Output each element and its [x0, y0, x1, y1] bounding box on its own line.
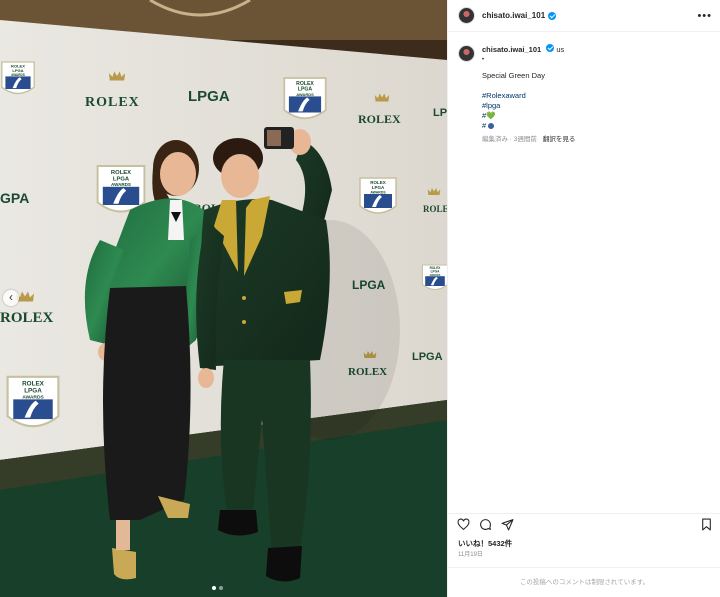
svg-text:LPGA: LPGA: [188, 88, 230, 105]
hashtag-list: #Rolexaward #lpga #💚 #: [482, 91, 575, 131]
verified-badge-icon: [546, 44, 555, 52]
like-count[interactable]: いいね！5432件: [458, 538, 512, 549]
comment-button[interactable]: [479, 518, 492, 531]
like-button[interactable]: [457, 517, 470, 531]
avatar[interactable]: [458, 7, 475, 24]
bookmark-icon: [702, 518, 711, 530]
share-button[interactable]: [501, 518, 514, 531]
svg-text:ROLEX: ROLEX: [358, 112, 401, 126]
save-button[interactable]: [700, 518, 713, 531]
caption-meta: 編集済み · 3週間前 翻訳を見る: [482, 135, 575, 145]
hashtag-link[interactable]: #: [482, 121, 575, 131]
svg-text:LP: LP: [433, 107, 447, 119]
caption-dot: •: [482, 57, 485, 63]
caption-text: Special Green Day: [482, 71, 545, 80]
hashtag-link-text: #: [482, 121, 487, 130]
hashtag-link[interactable]: #Rolexaward: [482, 91, 575, 101]
green-heart-emoji: 💚: [486, 111, 496, 120]
post-date: 11月19日: [458, 552, 483, 558]
hashtag-link[interactable]: #lpga: [482, 101, 575, 111]
hashtag-link[interactable]: #💚: [482, 111, 575, 121]
carousel-dot: [219, 586, 223, 590]
more-options-icon[interactable]: •••: [697, 10, 712, 22]
verified-badge-icon: [548, 11, 557, 20]
post-caption: chisato.iwai_101 us • Special Green Day …: [448, 32, 720, 145]
carousel-prev-button[interactable]: ‹: [3, 290, 19, 306]
caption-location-suffix: us: [556, 45, 565, 54]
svg-text:LPGA: LPGA: [412, 351, 443, 363]
golf-emoji-icon: [488, 123, 495, 130]
comments-restricted-notice: この投稿へのコメントは制限されています。: [448, 567, 720, 597]
post-side-panel: chisato.iwai_101 ••• chisato.iwai_101 us…: [447, 0, 720, 597]
post-photo[interactable]: ROLEX LPGA AWARDS ROLEX LPGA ROLEX LP: [0, 0, 447, 597]
share-icon: [501, 518, 514, 530]
svg-text:ROLEX: ROLEX: [85, 95, 140, 110]
svg-text:ROLEX: ROLEX: [423, 204, 447, 214]
carousel-indicator: [212, 586, 223, 590]
header-username[interactable]: chisato.iwai_101: [482, 11, 545, 20]
comment-icon: [480, 518, 491, 530]
translate-link[interactable]: 翻訳を見る: [543, 136, 576, 143]
post-image: ROLEX LPGA AWARDS ROLEX LPGA ROLEX LP: [0, 0, 447, 597]
edited-timestamp: 編集済み · 3週間前: [482, 136, 537, 143]
post-header: chisato.iwai_101 •••: [448, 0, 720, 32]
heart-icon: [457, 517, 470, 530]
svg-text:ROLEX: ROLEX: [0, 310, 54, 326]
carousel-dot: [212, 586, 216, 590]
caption-username[interactable]: chisato.iwai_101: [482, 45, 541, 54]
avatar[interactable]: [458, 45, 475, 62]
svg-text:GPA: GPA: [0, 190, 29, 206]
post-actions: [448, 513, 720, 531]
